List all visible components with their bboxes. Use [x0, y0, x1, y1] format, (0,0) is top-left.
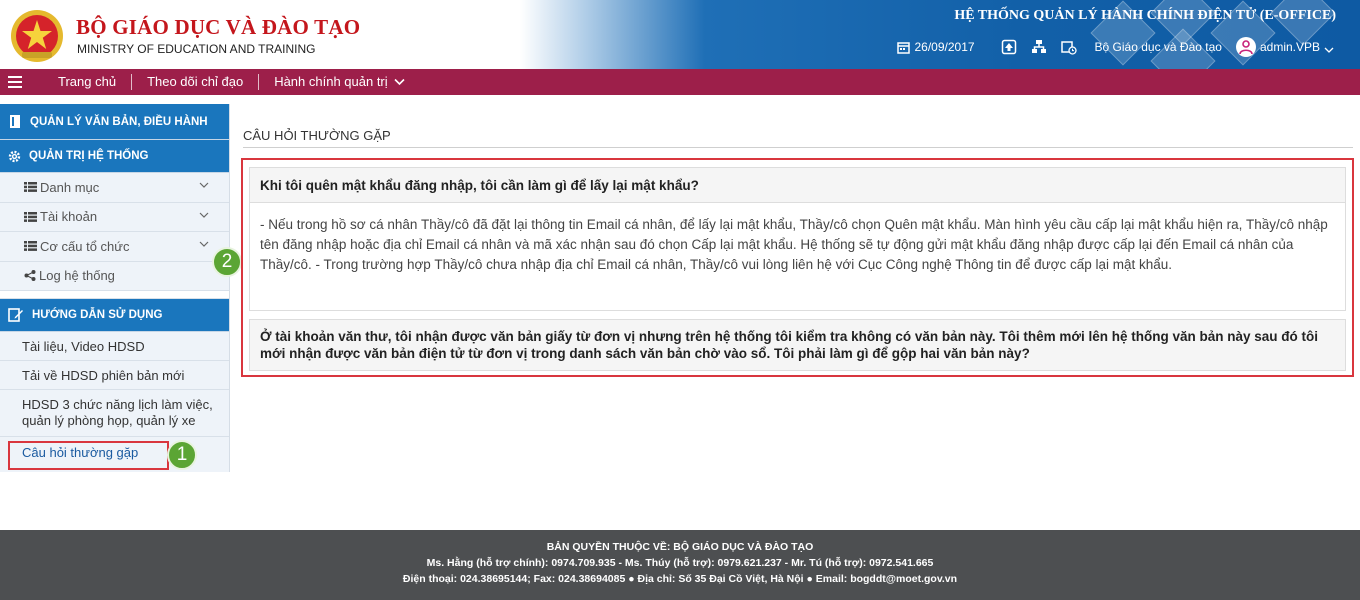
sitemap-icon[interactable]: [1031, 39, 1047, 55]
nav-item-follow-directives[interactable]: Theo dõi chỉ đạo: [132, 74, 260, 90]
step-1-badge: 1: [167, 440, 197, 470]
list-icon: [24, 211, 37, 222]
header-toolbar: 26/09/2017 Bộ Giáo dục và Đào tạo admin.: [897, 36, 1334, 58]
sidebar-item-categories[interactable]: Danh mục: [0, 173, 229, 203]
gear-icon: [8, 150, 21, 162]
sidebar-item-org-structure[interactable]: Cơ cấu tổ chức: [0, 232, 229, 262]
faq-highlight-box: [8, 441, 169, 470]
sidebar-item-system-log[interactable]: Log hệ thống: [0, 262, 229, 291]
nav-item-administration[interactable]: Hành chính quản trị: [259, 74, 419, 90]
footer-address: Điện thoại: 024.38695144; Fax: 024.38694…: [402, 573, 958, 585]
sidebar-section-system-admin[interactable]: QUẢN TRỊ HỆ THỐNG: [0, 140, 229, 173]
sidebar-item-label: Tải về HDSD phiên bản mới: [22, 367, 185, 383]
unit-name: Bộ Giáo dục và Đào tạo: [1094, 40, 1222, 54]
date-display: 26/09/2017: [897, 40, 975, 54]
sidebar-item-accounts[interactable]: Tài khoản: [0, 203, 229, 232]
username: admin.VPB: [1259, 40, 1320, 54]
faq-answer-1: - Nếu trong hồ sơ cá nhân Thầy/cô đã đặt…: [249, 203, 1346, 311]
nav-item-home[interactable]: Trang chủ: [30, 74, 133, 90]
sidebar-item-label: Log hệ thống: [39, 268, 115, 284]
guide-edit-icon: [8, 308, 23, 322]
faq-panel: Khi tôi quên mật khẩu đăng nhập, tôi cần…: [241, 158, 1354, 377]
calendar-icon: [897, 41, 911, 54]
chevron-down-icon: [199, 212, 209, 218]
sidebar-item-download-guide[interactable]: Tải về HDSD phiên bản mới: [0, 361, 229, 390]
user-icon: [1235, 37, 1256, 57]
sidebar-section-user-guide[interactable]: HƯỚNG DẪN SỬ DỤNG: [0, 299, 229, 332]
upload-icon[interactable]: [1001, 39, 1017, 55]
sidebar: QUẢN LÝ VĂN BẢN, ĐIỀU HÀNH QUẢN TRỊ HỆ T…: [0, 104, 230, 472]
page-title: CÂU HỎI THƯỜNG GẶP: [243, 128, 391, 143]
step-2-badge: 2: [212, 247, 242, 277]
sidebar-section-documents[interactable]: QUẢN LÝ VĂN BẢN, ĐIỀU HÀNH: [0, 104, 229, 140]
main-navbar: Trang chủ Theo dõi chỉ đạo Hành chính qu…: [0, 69, 1360, 95]
chevron-down-icon: [1324, 47, 1334, 53]
system-title: HỆ THỐNG QUẢN LÝ HÀNH CHÍNH ĐIỆN TỬ (E-O…: [954, 8, 1336, 23]
header: BỘ GIÁO DỤC VÀ ĐÀO TẠO MINISTRY OF EDUCA…: [0, 0, 1360, 69]
sidebar-item-guide-three-functions[interactable]: HDSD 3 chức năng lịch làm việc, quản lý …: [0, 390, 229, 437]
sidebar-item-label: Danh mục: [40, 179, 100, 195]
current-date: 26/09/2017: [914, 40, 975, 54]
nav-label: Trang chủ: [58, 74, 117, 89]
org-name: BỘ GIÁO DỤC VÀ ĐÀO TẠO: [76, 15, 361, 39]
section-label: HƯỚNG DẪN SỬ DỤNG: [32, 309, 163, 321]
sidebar-item-label: Cơ cấu tổ chức: [40, 238, 130, 254]
book-icon: [10, 115, 20, 128]
org-subtitle: MINISTRY OF EDUCATION AND TRAINING: [77, 42, 316, 56]
chevron-down-icon: [199, 241, 209, 247]
menu-toggle-icon[interactable]: [0, 69, 30, 95]
faq-question-2[interactable]: Ở tài khoản văn thư, tôi nhận được văn b…: [249, 319, 1346, 371]
footer-copyright: BẢN QUYỀN THUỘC VỀ: BỘ GIÁO DỤC VÀ ĐÀO T…: [546, 541, 814, 553]
section-label: QUẢN LÝ VĂN BẢN, ĐIỀU HÀNH: [30, 115, 208, 128]
sidebar-item-label: HDSD 3 chức năng lịch làm việc, quản lý …: [22, 397, 213, 428]
list-icon: [24, 241, 37, 252]
nav-label: Hành chính quản trị: [274, 74, 388, 89]
title-divider: [243, 147, 1353, 148]
sidebar-item-label: Tài khoản: [40, 209, 98, 225]
national-emblem-icon: [11, 10, 63, 62]
calendar-clock-icon[interactable]: [1060, 39, 1077, 55]
sidebar-item-label: Tài liệu, Video HDSD: [22, 338, 145, 354]
footer-support-contacts: Ms. Hằng (hỗ trợ chính): 0974.709.935 - …: [426, 557, 934, 569]
chevron-down-icon: [394, 78, 405, 86]
list-icon: [24, 182, 37, 193]
footer: BẢN QUYỀN THUỘC VỀ: BỘ GIÁO DỤC VÀ ĐÀO T…: [0, 530, 1360, 600]
sidebar-item-docs-videos[interactable]: Tài liệu, Video HDSD: [0, 332, 229, 361]
user-menu[interactable]: admin.VPB: [1235, 37, 1334, 57]
share-icon: [24, 270, 36, 282]
faq-question-1[interactable]: Khi tôi quên mật khẩu đăng nhập, tôi cần…: [249, 167, 1346, 203]
section-label: QUẢN TRỊ HỆ THỐNG: [29, 150, 149, 162]
chevron-down-icon: [199, 182, 209, 188]
nav-label: Theo dõi chỉ đạo: [147, 74, 244, 89]
